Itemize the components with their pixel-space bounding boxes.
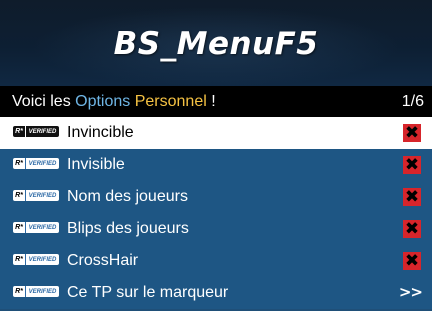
verified-text: VERIFIED xyxy=(25,158,59,169)
double-chevron-right-icon: >> xyxy=(398,283,423,301)
verified-text: VERIFIED xyxy=(25,254,59,265)
verified-text: VERIFIED xyxy=(25,222,59,233)
close-x-icon: ✖ xyxy=(403,187,421,207)
menu-item[interactable]: R* VERIFIED Ce TP sur le marqueur >> xyxy=(0,277,432,309)
menu-banner: BS_MenuF5 xyxy=(0,0,432,86)
verified-text: VERIFIED xyxy=(25,190,59,201)
close-x-icon: ✖ xyxy=(403,251,421,271)
rockstar-logo-icon: R* xyxy=(13,190,25,201)
close-x-icon: ✖ xyxy=(403,123,421,143)
rockstar-verified-icon: R* VERIFIED xyxy=(13,254,59,265)
rockstar-verified-icon: R* VERIFIED xyxy=(13,190,59,201)
menu-item[interactable]: R* VERIFIED Nom des joueurs ✖ xyxy=(0,181,432,213)
subtitle-highlight-personnel: Personnel xyxy=(134,93,207,110)
rockstar-verified-icon: R* VERIFIED xyxy=(13,126,59,137)
rockstar-logo-icon: R* xyxy=(13,254,25,265)
menu-item[interactable]: R* VERIFIED CrossHair ✖ xyxy=(0,245,432,277)
page-counter: 1/6 xyxy=(401,93,424,110)
menu-subtitle-bar: Voici les Options Personnel ! 1/6 xyxy=(0,86,432,117)
menu-item-label: Invincible xyxy=(67,124,134,141)
menu-item-label: Invisible xyxy=(67,156,125,173)
rockstar-verified-icon: R* VERIFIED xyxy=(13,222,59,233)
subtitle-highlight-options: Options xyxy=(75,93,131,110)
rockstar-verified-icon: R* VERIFIED xyxy=(13,158,59,169)
rockstar-logo-icon: R* xyxy=(13,158,25,169)
menu-item-label: Blips des joueurs xyxy=(67,220,189,237)
verified-text: VERIFIED xyxy=(25,126,59,137)
menu-title: BS_MenuF5 xyxy=(113,26,319,62)
menu-item-label: Ce TP sur le marqueur xyxy=(67,284,229,301)
menu-item-label: CrossHair xyxy=(67,252,139,269)
verified-text: VERIFIED xyxy=(25,286,59,297)
rockstar-logo-icon: R* xyxy=(13,126,25,137)
menu-subtitle: Voici les Options Personnel ! xyxy=(12,93,216,111)
menu-item[interactable]: R* VERIFIED Invincible ✖ xyxy=(0,117,432,149)
rockstar-verified-icon: R* VERIFIED xyxy=(13,286,59,297)
menu-item[interactable]: R* VERIFIED Invisible ✖ xyxy=(0,149,432,181)
menu-item[interactable]: R* VERIFIED Blips des joueurs ✖ xyxy=(0,213,432,245)
subtitle-suffix: ! xyxy=(206,93,216,110)
subtitle-prefix: Voici les xyxy=(12,93,76,110)
menu-item-label: Nom des joueurs xyxy=(67,188,188,205)
close-x-icon: ✖ xyxy=(403,219,421,239)
close-x-icon: ✖ xyxy=(403,155,421,175)
rockstar-logo-icon: R* xyxy=(13,222,25,233)
trainer-menu: BS_MenuF5 Voici les Options Personnel ! … xyxy=(0,0,432,311)
menu-items-list: R* VERIFIED Invincible ✖ R* VERIFIED Invisible… xyxy=(0,117,432,309)
rockstar-logo-icon: R* xyxy=(13,286,25,297)
